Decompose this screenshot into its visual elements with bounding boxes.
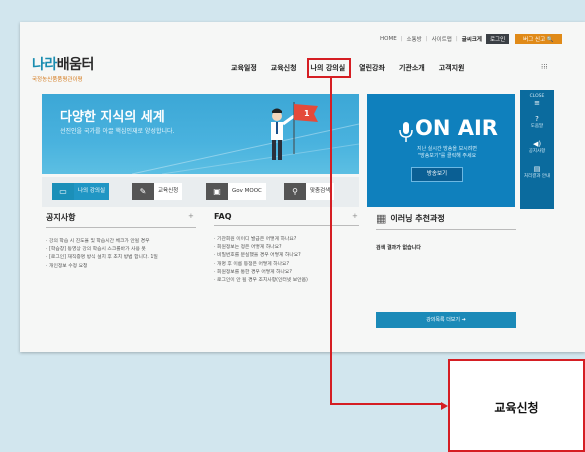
list-item[interactable]: · 기관회원 이이디 발급은 어떻게 하나요? [214, 236, 359, 244]
quick-link-search[interactable]: ⚲ 맞춤검색 [284, 183, 335, 200]
list-item[interactable]: · 회원정보는 정은 어떻게 하나요? [214, 244, 359, 252]
util-separator: | [455, 36, 458, 42]
util-large-text-button[interactable]: 글씨크게 [462, 35, 482, 43]
form-icon: ✎ [132, 183, 154, 200]
on-air-desc-line1: 지난 실시간 방송을 보시려면 [417, 146, 477, 152]
logo-wordmark: 나라배움터 [32, 54, 94, 74]
sidebar-item-help-label: 도움말 [530, 124, 544, 129]
divider [214, 225, 359, 226]
highlight-box [307, 58, 351, 78]
watch-broadcast-button[interactable]: 방송보기 [411, 167, 463, 182]
course-list-more-button[interactable]: 강의목록 더보기 ➔ [376, 312, 516, 328]
quick-link-label: Gov MOOC [228, 183, 266, 200]
callout-box: 교육신청 [448, 359, 585, 452]
sidebar-item-notice[interactable]: ◀) 공지사항 [520, 140, 554, 165]
calendar-icon: ▦ [376, 212, 387, 225]
nav-item-open-lecture[interactable]: 열린강좌 [352, 63, 392, 73]
util-community-link[interactable]: 소통방 [407, 35, 422, 43]
bug-report-button[interactable]: 버그 신고 🔍 [515, 34, 562, 44]
quick-links-bar: ▭ 나의 강의실 ✎ 교육신청 ▣ Gov MOOC ⚲ 맞춤검색 [42, 177, 359, 207]
svg-text:1: 1 [304, 109, 310, 118]
on-air-description: 지난 실시간 방송을 보시려면 "방송보기"를 클릭해 주세요 [397, 146, 497, 160]
on-air-desc-line2: "방송보기"를 클릭해 주세요 [417, 153, 477, 159]
faq-list: · 기관회원 이이디 발급은 어떻게 하나요? · 회원정보는 정은 어떻게 하… [214, 236, 359, 285]
faq-title[interactable]: FAQ [214, 212, 359, 221]
help-icon: ? [535, 115, 539, 123]
list-item[interactable]: · 개인정보 수정 요청 [46, 263, 196, 271]
recommend-empty-message: 검색 결과가 없습니다 [376, 245, 421, 251]
main-banner[interactable]: 1 다양한 지식의 세계 선진인을 국가를 아끌 핵심인재로 양성합니다. [42, 94, 359, 174]
faq-panel: FAQ + · 기관회원 이이디 발급은 어떻게 하나요? · 회원정보는 정은… [214, 212, 359, 285]
notice-more-icon[interactable]: + [188, 212, 194, 220]
callout-connector-vertical [330, 78, 332, 404]
speaker-icon: ◀) [532, 140, 542, 148]
nav-item-schedule[interactable]: 교육일정 [224, 63, 264, 73]
list-item[interactable]: · 개명 후 이름 등정은 어떻게 하나요? [214, 261, 359, 269]
list-item[interactable]: · 회원정보를 통한 경우 어떻게 하나요? [214, 269, 359, 277]
doc-icon: ▤ [533, 165, 541, 173]
nav-item-apply[interactable]: 교육신청 [264, 63, 304, 73]
banner-subtitle: 선진인을 국가를 아끌 핵심인재로 양성합니다. [60, 128, 175, 135]
recommend-panel: ▦ 이러닝 추천과정 검색 결과가 없습니다 강의목록 더보기 ➔ [376, 212, 516, 328]
on-air-title-text: ON AIR [415, 116, 498, 140]
notice-panel: 공지사항 + · 강의 학습 시 진도율 및 학습시간 체크가 안될 경우 · … [46, 212, 196, 271]
arrow-icon [441, 402, 448, 410]
util-home-link[interactable]: HOME [380, 36, 397, 42]
page: HOME | 소통방 | 사이트맵 | 글씨크게 로그인 버그 신고 🔍 나라배… [0, 0, 585, 452]
sidebar-item-close[interactable]: CLOSE ≡ [520, 90, 554, 115]
util-sitemap-link[interactable]: 사이트맵 [432, 35, 452, 43]
on-air-title: ON AIR [415, 116, 498, 140]
banner-title: 다양한 지식의 세계 [60, 110, 165, 125]
list-item[interactable]: · 강의 학습 시 진도율 및 학습시간 체크가 안될 경우 [46, 238, 196, 246]
quick-link-label: 나의 강의실 [74, 183, 110, 200]
faq-more-icon[interactable]: + [352, 212, 358, 220]
quick-link-gov-mooc[interactable]: ▣ Gov MOOC [206, 183, 266, 200]
on-air-panel[interactable]: ON AIR 지난 실시간 방송을 보시려면 "방송보기"를 클릭해 주세요 방… [367, 94, 515, 207]
logo-subtitle: 국정농신품품평관이평 [32, 77, 83, 83]
logo-title-a: 나라 [32, 57, 57, 73]
search-icon: ⚲ [284, 183, 306, 200]
divider [376, 229, 516, 230]
quick-link-label: 교육신청 [154, 183, 183, 200]
quick-sidebar: CLOSE ≡ ? 도움말 ◀) 공지사항 ▤ 처리결과 안내 [520, 90, 554, 209]
menu-icon: ≡ [534, 99, 540, 107]
notice-list: · 강의 학습 시 진도율 및 학습시간 체크가 안될 경우 · [학습창] 동… [46, 238, 196, 271]
divider [46, 227, 196, 228]
microphone-icon [399, 122, 413, 142]
recommend-header: ▦ 이러닝 추천과정 [376, 212, 516, 225]
site-logo[interactable]: 나라배움터 국정농신품품평관이평 [32, 54, 94, 83]
nav-item-about[interactable]: 기관소개 [392, 63, 432, 73]
nav-item-support[interactable]: 고객지원 [432, 63, 472, 73]
sidebar-item-notice-label: 공지사항 [528, 149, 546, 154]
quick-link-apply[interactable]: ✎ 교육신청 [132, 183, 183, 200]
website-screenshot: HOME | 소통방 | 사이트맵 | 글씨크게 로그인 버그 신고 🔍 나라배… [20, 22, 585, 352]
screen-icon: ▣ [206, 183, 228, 200]
util-separator: | [425, 36, 428, 42]
monitor-icon: ▭ [52, 183, 74, 200]
list-item[interactable]: · 비밀번호를 분실했을 경우 어떻게 하나요? [214, 252, 359, 260]
logo-title-b: 배움터 [56, 57, 95, 73]
utility-bar: HOME | 소통방 | 사이트맵 | 글씨크게 로그인 버그 신고 🔍 [380, 32, 562, 46]
list-item[interactable]: · 로그인이 안 될 경우 조치사항(인터넷 보안옵) [214, 277, 359, 285]
callout-label: 교육신청 [494, 401, 539, 415]
sidebar-item-help[interactable]: ? 도움말 [520, 115, 554, 140]
grid-icon[interactable]: ⁝⁝⁝ [541, 63, 548, 71]
sidebar-item-result[interactable]: ▤ 처리결과 안내 [520, 165, 554, 190]
list-item[interactable]: · [학습창] 동영상 강의 학습시 스크롤바가 사용 못 [46, 246, 196, 254]
login-button[interactable]: 로그인 [485, 34, 510, 44]
sidebar-item-result-label: 처리결과 안내 [523, 174, 551, 179]
callout-connector-horizontal [330, 403, 443, 405]
list-item[interactable]: · [로그인] 재직증명 방식 설치 후 초치 방법 합니다. 1일 [46, 254, 196, 262]
recommend-title: 이러닝 추천과정 [390, 214, 445, 223]
quick-link-my-classroom[interactable]: ▭ 나의 강의실 [52, 183, 110, 200]
notice-title[interactable]: 공지사항 [46, 212, 196, 223]
util-separator: | [400, 36, 403, 42]
